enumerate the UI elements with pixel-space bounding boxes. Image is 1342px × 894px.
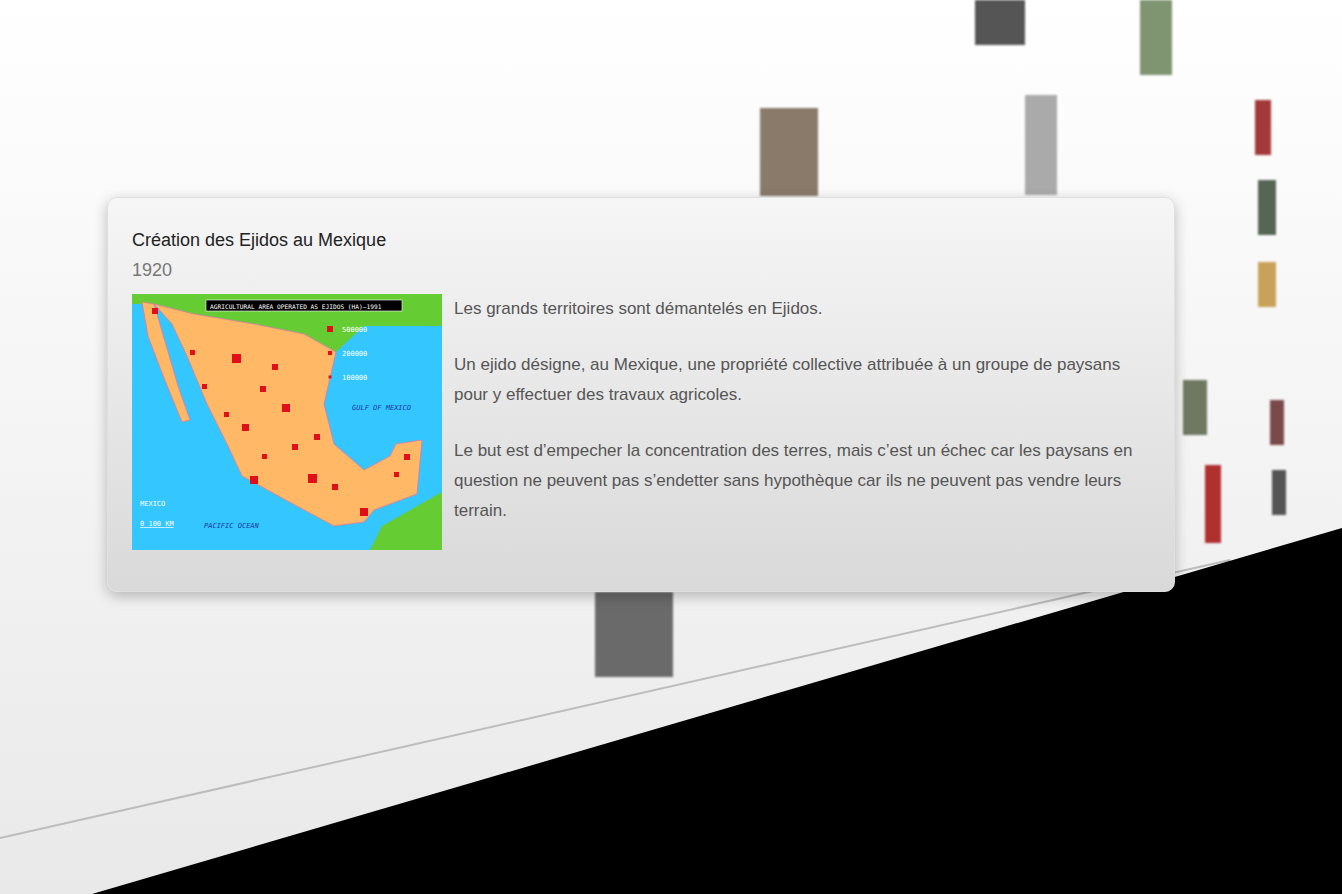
card-description: Les grands territoires sont démantelés e…	[454, 294, 1150, 526]
thumbnail	[1183, 380, 1207, 435]
card-title: Création des Ejidos au Mexique	[132, 228, 1150, 252]
legend-label: 100000	[342, 374, 367, 382]
map-mexico	[154, 304, 422, 526]
thumbnail	[1140, 0, 1172, 75]
map-marker	[260, 386, 266, 392]
legend-marker	[329, 376, 332, 379]
map-label: GULF OF MEXICO	[352, 404, 411, 412]
map-marker	[262, 454, 267, 459]
map: AGRICULTURAL AREA OPERATED AS EJIDOS (HA…	[132, 294, 442, 550]
map-marker	[202, 384, 207, 389]
thumbnail	[1272, 470, 1286, 515]
legend-label: 200000	[342, 350, 367, 358]
thumbnail	[1205, 465, 1221, 543]
map-marker	[394, 472, 399, 477]
thumbnail	[1258, 262, 1276, 307]
thumbnail	[975, 0, 1025, 45]
map-marker	[190, 350, 195, 355]
thumbnail	[1258, 180, 1276, 235]
map-marker	[272, 364, 278, 370]
thumbnail	[1025, 95, 1057, 195]
timeline-canvas: Création des Ejidos au Mexique 1920 AGRICU…	[0, 0, 1342, 894]
map-marker	[282, 404, 290, 412]
legend-marker	[327, 326, 333, 332]
legend-label: 500000	[342, 326, 367, 334]
map-picture: AGRICULTURAL AREA OPERATED AS EJIDOS (HA…	[132, 294, 442, 550]
thumbnail	[1255, 100, 1271, 155]
map-label: MEXICO	[140, 500, 165, 508]
card-date: 1920	[132, 258, 1150, 282]
map-title-bar	[206, 300, 402, 311]
legend-marker	[328, 351, 332, 355]
map-baja	[142, 302, 190, 422]
map-marker	[224, 412, 229, 417]
map-marker	[404, 454, 410, 460]
map-marker	[308, 474, 317, 483]
event-card[interactable]: Création des Ejidos au Mexique 1920 AGRICU…	[107, 197, 1175, 592]
card-paragraph: Le but est d’empecher la concentration d…	[454, 436, 1142, 526]
map-marker	[152, 308, 158, 314]
thumbnail	[595, 592, 673, 677]
map-marker	[332, 484, 338, 490]
map-title: AGRICULTURAL AREA OPERATED AS EJIDOS (HA…	[210, 303, 382, 310]
map-marker	[232, 354, 241, 363]
map-label: PACIFIC OCEAN	[204, 522, 260, 530]
thumbnail	[760, 108, 818, 196]
map-marker	[360, 508, 368, 516]
card-body: AGRICULTURAL AREA OPERATED AS EJIDOS (HA…	[132, 294, 1150, 550]
map-sea	[132, 294, 442, 550]
thumbnail	[1270, 400, 1284, 445]
card-paragraph: Les grands territoires sont démantelés e…	[454, 294, 1142, 324]
map-marker	[314, 434, 320, 440]
map-marker	[242, 424, 249, 431]
map-marker	[250, 476, 258, 484]
map-label: 0 100 KM	[140, 520, 174, 528]
card-paragraph: Un ejido désigne, au Mexique, une propri…	[454, 350, 1142, 410]
map-marker	[292, 444, 298, 450]
